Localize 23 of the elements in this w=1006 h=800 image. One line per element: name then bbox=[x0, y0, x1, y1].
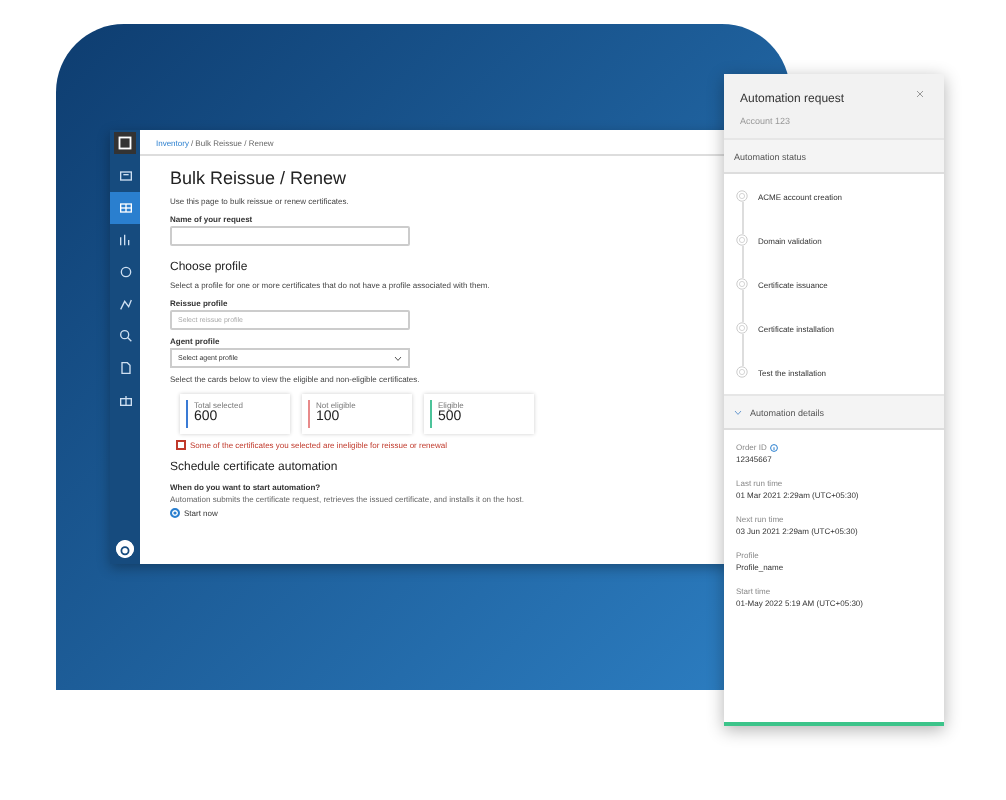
step-circle-icon bbox=[736, 322, 748, 334]
grid-icon bbox=[117, 200, 133, 216]
step-circle-icon bbox=[736, 190, 748, 202]
graph-icon bbox=[117, 296, 133, 312]
close-icon[interactable] bbox=[916, 90, 924, 98]
page-title: Bulk Reissue / Renew bbox=[170, 168, 347, 188]
circle-icon bbox=[117, 264, 133, 280]
gift-icon bbox=[117, 392, 133, 408]
radio-button[interactable] bbox=[170, 508, 180, 518]
step-circle-icon bbox=[736, 366, 748, 378]
info-icon[interactable] bbox=[770, 443, 779, 451]
chevron-down-icon bbox=[394, 355, 402, 361]
sidebar-item[interactable] bbox=[110, 192, 140, 224]
chart-icon bbox=[117, 232, 133, 248]
warning-checkbox[interactable] bbox=[176, 440, 186, 450]
logo-icon bbox=[114, 132, 136, 154]
step-circle-icon bbox=[736, 278, 748, 290]
document-icon bbox=[117, 360, 133, 376]
avatar-icon[interactable] bbox=[116, 540, 134, 558]
search-icon bbox=[117, 328, 133, 344]
name-field[interactable] bbox=[170, 226, 410, 246]
chevron-icon bbox=[734, 409, 742, 415]
step-circle-icon bbox=[736, 234, 748, 246]
